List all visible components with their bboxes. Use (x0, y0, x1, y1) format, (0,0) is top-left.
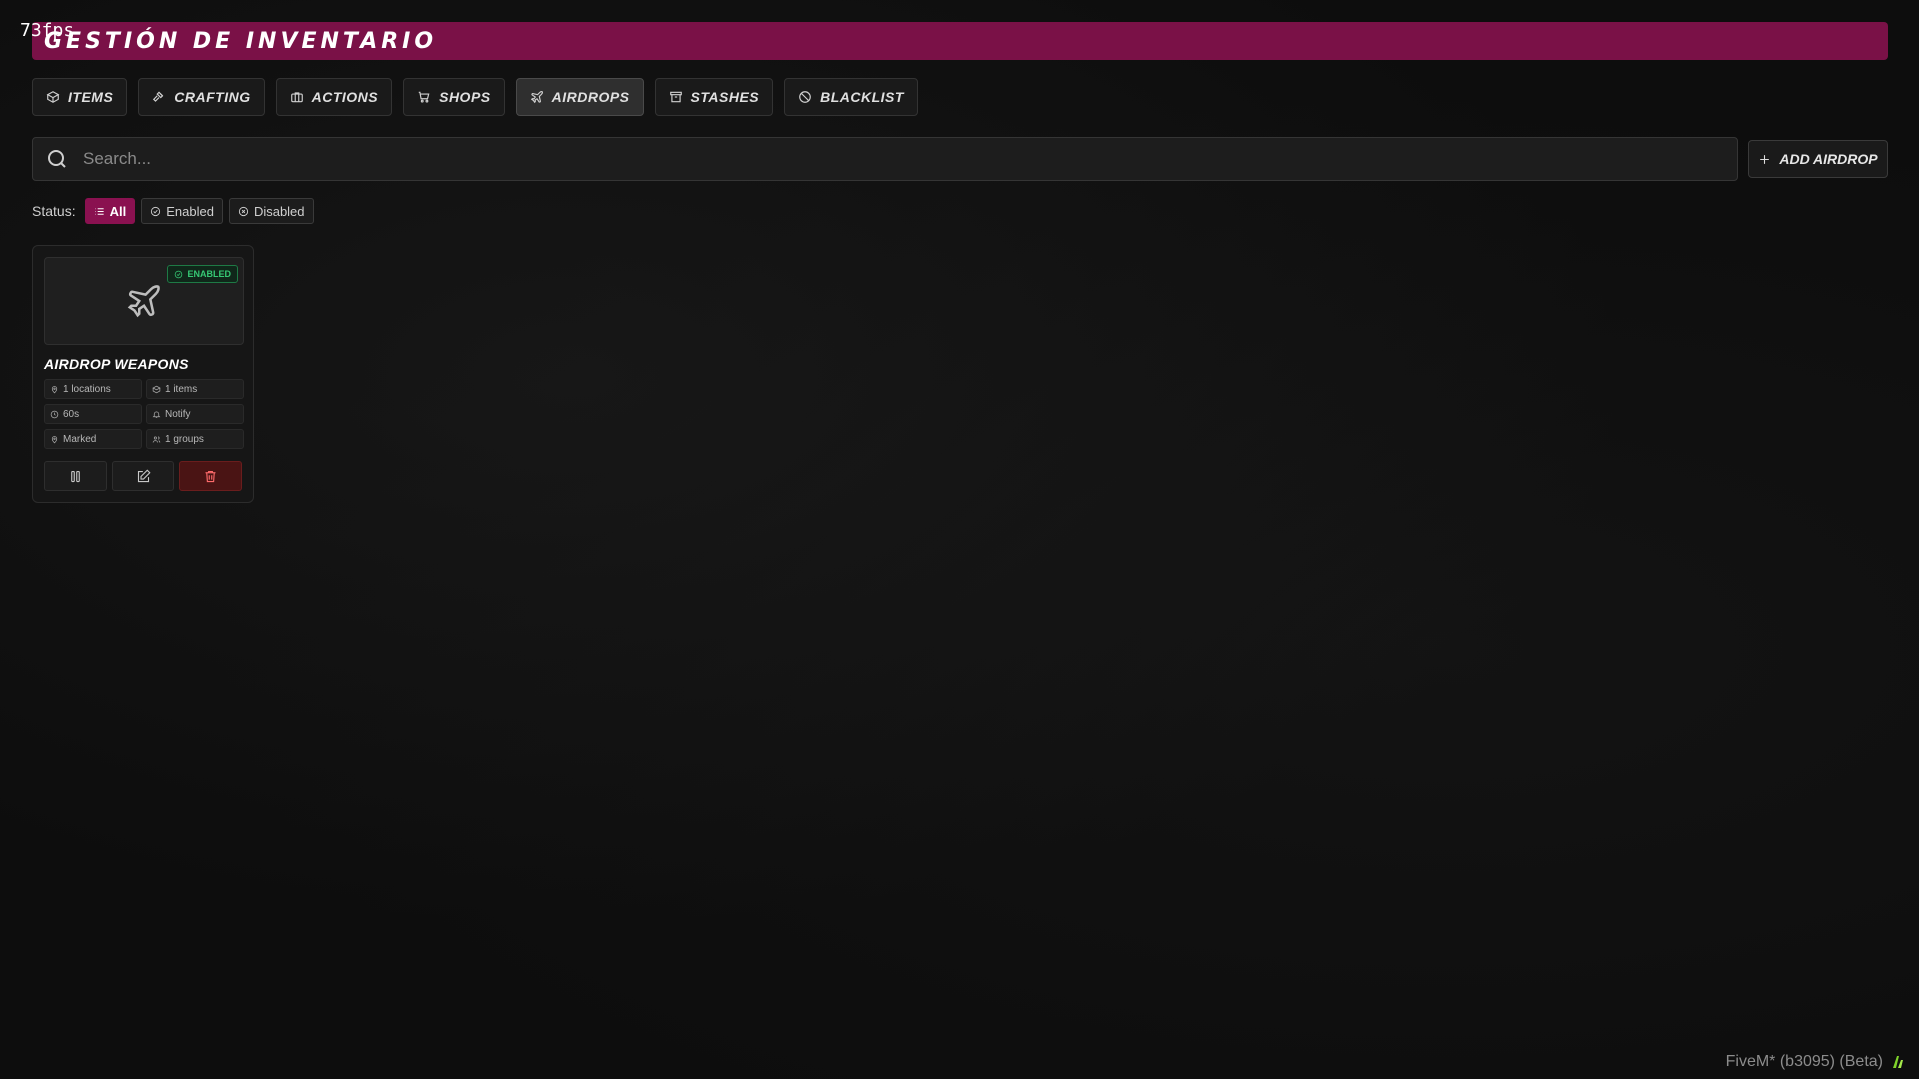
delete-button[interactable] (179, 461, 243, 491)
map-pin-icon (51, 435, 58, 443)
filter-label: Enabled (166, 203, 214, 219)
tab-label: STASHES (690, 89, 760, 105)
filter-label: All (109, 203, 127, 219)
status-badge-label: ENABLED (187, 269, 231, 279)
list-icon (94, 207, 104, 215)
stat-items: 1 items (146, 379, 244, 399)
users-icon (152, 436, 161, 443)
trash-icon (205, 470, 216, 482)
tab-label: CRAFTING (174, 89, 251, 105)
tab-items[interactable]: ITEMS (32, 78, 128, 116)
watermark-text: FiveM* (b3095) (Beta) (1725, 1053, 1883, 1070)
search-bar (32, 137, 1738, 181)
pause-icon (71, 470, 80, 482)
stat-groups-label: 1 groups (165, 433, 204, 445)
filter-all-button[interactable]: All (84, 198, 136, 224)
fps-counter: 73fps (20, 20, 75, 41)
tab-crafting[interactable]: CRAFTING (138, 78, 265, 116)
stat-locations: 1 locations (44, 379, 142, 399)
hammer-icon (153, 91, 164, 102)
status-badge: ENABLED (167, 265, 238, 283)
map-pin-icon (51, 385, 58, 393)
tab-stashes[interactable]: STASHES (654, 78, 774, 116)
airdrop-image: ENABLED (44, 257, 244, 345)
archive-icon (669, 91, 682, 103)
tab-actions[interactable]: ACTIONS (275, 78, 393, 116)
filter-disabled-button[interactable]: Disabled (228, 198, 314, 224)
fivem-logo-icon (1893, 1056, 1903, 1068)
stat-time-label: 60s (63, 408, 80, 420)
status-filter: Status: All Enabled Disabled (32, 198, 314, 224)
stat-marked: Marked (44, 429, 142, 449)
airdrop-card[interactable]: ENABLED AIRDROP WEAPONS 1 locations 1 it… (32, 245, 254, 503)
airdrop-actions (44, 461, 243, 491)
status-label: Status: (32, 203, 76, 219)
airdrop-stats: 1 locations 1 items 60s Notify Marked 1 … (44, 379, 244, 449)
plus-icon (1760, 154, 1770, 164)
tab-shops[interactable]: SHOPS (403, 78, 505, 116)
airdrop-name: AIRDROP WEAPONS (44, 356, 189, 372)
app-header: GESTIÓN DE INVENTARIO (32, 22, 1888, 60)
fivem-watermark: FiveM* (b3095) (Beta) (1726, 1053, 1905, 1071)
tab-blacklist[interactable]: BLACKLIST (784, 78, 918, 116)
search-input[interactable] (83, 149, 1737, 169)
clock-icon (50, 410, 59, 418)
tab-label: ACTIONS (311, 89, 379, 105)
add-airdrop-label: ADD AIRDROP (1779, 151, 1878, 167)
stat-notify-label: Notify (165, 408, 191, 420)
stat-items-label: 1 items (165, 383, 198, 395)
add-airdrop-button[interactable]: ADD AIRDROP (1748, 140, 1888, 178)
stat-notify: Notify (146, 404, 244, 424)
pause-button[interactable] (44, 461, 107, 491)
tab-label: AIRDROPS (551, 89, 630, 105)
bell-icon (152, 411, 161, 418)
tab-label: SHOPS (439, 89, 491, 105)
box-icon (152, 385, 161, 393)
stat-groups: 1 groups (146, 429, 244, 449)
edit-button[interactable] (111, 461, 175, 491)
search-icon (48, 150, 66, 168)
check-circle-icon (175, 270, 183, 278)
edit-icon (137, 468, 151, 482)
tab-label: ITEMS (68, 89, 114, 105)
tab-airdrops[interactable]: AIRDROPS (515, 78, 644, 116)
cart-icon (418, 91, 430, 103)
plane-icon (530, 91, 543, 104)
stat-locations-label: 1 locations (63, 383, 111, 395)
main-tabs: ITEMS CRAFTING ACTIONS SHOPS AIRDROPS ST… (32, 78, 918, 116)
box-icon (46, 91, 60, 103)
check-circle-icon (151, 206, 161, 216)
ban-icon (799, 91, 811, 103)
tab-label: BLACKLIST (820, 89, 904, 105)
page-title: GESTIÓN DE INVENTARIO (44, 28, 438, 54)
plane-icon (127, 285, 160, 318)
stat-marked-label: Marked (63, 433, 97, 445)
briefcase-icon (290, 92, 303, 103)
filter-label: Disabled (253, 203, 305, 219)
stat-time: 60s (44, 404, 142, 424)
x-circle-icon (238, 206, 249, 216)
filter-enabled-button[interactable]: Enabled (141, 198, 223, 224)
